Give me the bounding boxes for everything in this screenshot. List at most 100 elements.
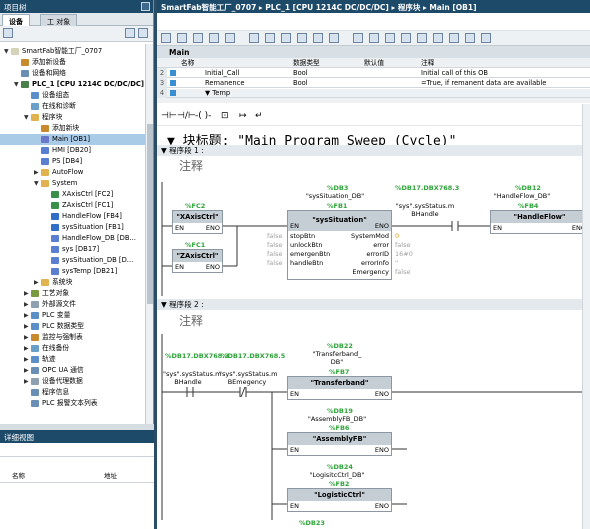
tree-item[interactable]: ▶ 系统块 xyxy=(0,277,146,288)
tree-item[interactable]: ▼ PLC_1 [CPU 1214C DC/DC/DC] xyxy=(0,79,146,90)
fb2-eno: ENO xyxy=(374,502,389,510)
tree-item[interactable]: PS [DB4] xyxy=(0,156,146,167)
tree-item[interactable]: PLC 报警文本列表 xyxy=(0,398,146,409)
tree-item[interactable]: ▼ SmartFab智能工厂_0707 xyxy=(0,46,146,57)
collapsed-arrow-icon[interactable]: ▶ xyxy=(24,343,31,354)
tree-view-icon[interactable] xyxy=(125,28,135,38)
tree-item[interactable]: ▶ 在线备份 xyxy=(0,343,146,354)
collapsed-arrow-icon[interactable]: ▶ xyxy=(24,321,31,332)
fb1-input-value[interactable]: false xyxy=(267,232,282,240)
tree-item[interactable]: 添加新设备 xyxy=(0,57,146,68)
tree-item-icon xyxy=(51,201,59,209)
interface-num: 3 xyxy=(157,78,167,88)
project-tree-title: 项目树 xyxy=(0,0,153,13)
tree-item[interactable]: ZAxisCtrl [FC1] xyxy=(0,200,146,211)
tree-item[interactable]: ▼ 程序块 xyxy=(0,112,146,123)
network-2-header[interactable]: ▼ 程序段 2 : xyxy=(157,299,590,310)
fb4-block[interactable]: "HandleFlow" EN ENO xyxy=(490,210,589,234)
tree-item[interactable]: ▶ 外部源文件 xyxy=(0,299,146,310)
db22-name: "Transferband_ DB" xyxy=(312,350,362,366)
expanded-arrow-icon[interactable]: ▼ xyxy=(14,79,21,90)
tree-item-label: Main [OB1] xyxy=(52,135,91,143)
tree-item-icon xyxy=(21,58,29,66)
collapse-pane-button[interactable] xyxy=(141,2,150,11)
fb1-output-value[interactable]: 0 xyxy=(395,232,399,240)
fb1-output-value[interactable]: false xyxy=(395,241,410,249)
fb2-block[interactable]: "LogisticCtrl" EN ENO xyxy=(287,488,392,512)
fb1-input-pin: unlockBtn xyxy=(290,241,323,249)
tree-item[interactable]: HMI [DB20] xyxy=(0,145,146,156)
fc2-block[interactable]: "XAxisCtrl" EN ENO xyxy=(172,210,223,234)
interface-row[interactable]: 3 Remanence Bool =True, if remanent data ar… xyxy=(157,78,590,88)
tree-item[interactable]: 在线和诊断 xyxy=(0,101,146,112)
tree-item[interactable]: 设备组态 xyxy=(0,90,146,101)
tree-action-icon[interactable] xyxy=(3,28,13,38)
fb2-en: EN xyxy=(290,502,299,510)
collapsed-arrow-icon[interactable]: ▶ xyxy=(24,299,31,310)
collapsed-arrow-icon[interactable]: ▶ xyxy=(24,365,31,376)
detail-view: 详细视图 名称 地址 xyxy=(0,430,154,529)
tree-item[interactable]: sys [DB17] xyxy=(0,244,146,255)
tree-item[interactable]: sysTemp [DB21] xyxy=(0,266,146,277)
collapsed-arrow-icon[interactable]: ▶ xyxy=(34,277,41,288)
tree-item[interactable]: ▶ AutoFlow xyxy=(0,167,146,178)
tree-item-label: AutoFlow xyxy=(52,168,84,176)
collapsed-arrow-icon[interactable]: ▶ xyxy=(24,288,31,299)
interface-row[interactable]: 2 Initial_Call Bool Initial call of this OB xyxy=(157,68,590,78)
interface-row[interactable]: 4 ▼ Temp xyxy=(157,88,590,98)
tree-item[interactable]: Main [OB1] xyxy=(0,134,146,145)
tree-item[interactable]: ▼ System xyxy=(0,178,146,189)
detail-columns: 名称 地址 xyxy=(0,470,146,480)
tree-item[interactable]: ▶ PLC 变量 xyxy=(0,310,146,321)
fb7-block[interactable]: "Transferband" EN ENO xyxy=(287,376,392,400)
tree-item[interactable]: HandleFlow_DB [DB... xyxy=(0,233,146,244)
tree-item-icon xyxy=(31,113,39,121)
tree-item[interactable]: 程序信息 xyxy=(0,387,146,398)
collapsed-arrow-icon[interactable]: ▶ xyxy=(24,310,31,321)
fb1-input-value[interactable]: false xyxy=(267,259,282,267)
fb1-output-value[interactable]: '' xyxy=(395,259,399,267)
fb6-eno: ENO xyxy=(374,446,389,454)
collapsed-arrow-icon[interactable]: ▶ xyxy=(34,167,41,178)
tree-item[interactable]: ▶ 监控与强制表 xyxy=(0,332,146,343)
tree-item[interactable]: 设备和网络 xyxy=(0,68,146,79)
fb1-en: EN xyxy=(290,222,299,230)
tree-item-icon xyxy=(31,91,39,99)
collapsed-arrow-icon[interactable]: ▶ xyxy=(24,376,31,387)
fb1-output-value[interactable]: 16#0 xyxy=(395,250,413,258)
fb6-block[interactable]: "AssemblyFB" EN ENO xyxy=(287,432,392,456)
tree-item-icon xyxy=(51,212,59,220)
tree-item[interactable]: ▶ 工艺对象 xyxy=(0,288,146,299)
tree-item-label: 监控与强制表 xyxy=(42,333,83,341)
tab-objects[interactable]: 工 对象 xyxy=(40,14,78,26)
tree-item-icon xyxy=(31,311,39,319)
tree-item[interactable]: sysSituation_DB [D... xyxy=(0,255,146,266)
expanded-arrow-icon[interactable]: ▼ xyxy=(24,112,31,123)
fb1-output-value[interactable]: false xyxy=(395,268,410,276)
db19-name: "AssemblyFB_DB" xyxy=(307,415,367,423)
tree-scrollbar[interactable] xyxy=(145,44,153,424)
tab-devices[interactable]: 设备 xyxy=(2,14,30,26)
tree-item[interactable]: HandleFlow [FB4] xyxy=(0,211,146,222)
tree-item[interactable]: XAxisCtrl [FC2] xyxy=(0,189,146,200)
tree-item[interactable]: sysSituation [FB1] xyxy=(0,222,146,233)
tree-item-label: HandleFlow_DB [DB... xyxy=(62,234,136,242)
tree-item[interactable]: ▶ 轨迹 xyxy=(0,354,146,365)
tree-options-icon[interactable] xyxy=(138,28,148,38)
collapsed-arrow-icon[interactable]: ▶ xyxy=(24,332,31,343)
fb1-input-value[interactable]: false xyxy=(267,250,282,258)
expanded-arrow-icon[interactable]: ▼ xyxy=(34,178,41,189)
editor-scrollbar[interactable] xyxy=(582,104,590,529)
tree-item-icon xyxy=(31,322,39,330)
fb1-input-value[interactable]: false xyxy=(267,241,282,249)
tree-item[interactable]: ▶ 设备代理数据 xyxy=(0,376,146,387)
tree-scroll-thumb[interactable] xyxy=(147,124,153,304)
tree-item[interactable]: ▶ PLC 数据类型 xyxy=(0,321,146,332)
tree-item-icon xyxy=(31,102,39,110)
tree-item[interactable]: 添加新块 xyxy=(0,123,146,134)
collapsed-arrow-icon[interactable]: ▶ xyxy=(24,354,31,365)
expanded-arrow-icon[interactable]: ▼ xyxy=(4,46,11,57)
fb2-name: "LogisticCtrl" xyxy=(288,489,391,501)
fc1-block[interactable]: "ZAxisCtrl" EN ENO xyxy=(172,249,223,273)
tree-item[interactable]: ▶ OPC UA 通信 xyxy=(0,365,146,376)
